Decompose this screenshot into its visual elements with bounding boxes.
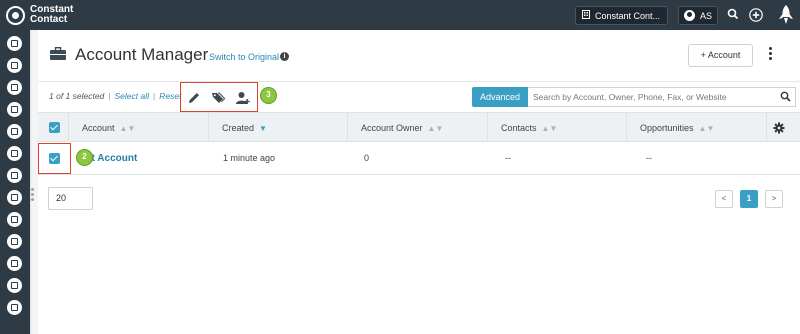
money-icon[interactable] — [7, 102, 22, 117]
clipboard-icon[interactable] — [7, 80, 22, 95]
sort-icon: ▲▼ — [119, 124, 136, 133]
constant-contact-logo[interactable]: Constant Contact — [6, 5, 73, 25]
inbox-icon[interactable] — [7, 234, 22, 249]
organization-button[interactable]: Constant Cont... — [575, 6, 668, 25]
table-row[interactable]: st Account 1 minute ago 0 -- -- — [38, 142, 800, 175]
owner-cell: 0 — [364, 153, 370, 163]
tags-icon[interactable] — [211, 91, 226, 105]
chat-icon[interactable] — [7, 190, 22, 205]
search-icon[interactable] — [726, 8, 740, 22]
briefcase-icon — [50, 46, 66, 60]
page-1-button[interactable]: 1 — [740, 190, 758, 208]
search-icon[interactable] — [780, 91, 791, 102]
assign-owner-icon[interactable] — [236, 91, 250, 105]
callout-badge-2: 2 — [76, 149, 93, 166]
building-icon — [582, 10, 590, 21]
action-bar: 1 of 1 selected | Select all | Reset 3 Advan… — [38, 82, 800, 112]
organization-label: Constant Cont... — [595, 10, 661, 21]
search-input[interactable]: Search by Account, Owner, Phone, Fax, or… — [528, 87, 796, 107]
prev-page-button[interactable]: < — [715, 190, 733, 208]
print-icon[interactable] — [7, 256, 22, 271]
column-header-account-owner[interactable]: Account Owner ▲▼ — [347, 113, 487, 143]
opportunities-cell: -- — [646, 153, 652, 163]
table-header: Account ▲▼ Created ▼ Account Owner ▲▼ Conta… — [38, 112, 800, 143]
user-menu-button[interactable]: AS — [678, 6, 718, 25]
pencil-icon[interactable] — [187, 91, 201, 105]
bulk-actions-highlight — [180, 82, 258, 112]
column-header-created[interactable]: Created ▼ — [208, 113, 347, 143]
cloud-icon[interactable] — [7, 300, 22, 315]
info-icon[interactable]: i — [280, 52, 289, 61]
reset-link[interactable]: Reset — [159, 91, 181, 101]
logo-text-line2: Contact — [30, 14, 68, 25]
select-all-checkbox[interactable] — [49, 122, 60, 133]
email-icon[interactable] — [7, 58, 22, 73]
advanced-search-button[interactable]: Advanced — [472, 87, 528, 107]
calendar-icon[interactable] — [7, 278, 22, 293]
page-size-select[interactable]: 20 — [48, 187, 93, 210]
gear-icon[interactable] — [773, 122, 785, 134]
next-page-button[interactable]: > — [765, 190, 783, 208]
sidebar-resize-rail[interactable] — [30, 30, 38, 334]
contacts-cell: -- — [505, 153, 511, 163]
user-initials: AS — [700, 10, 713, 21]
add-account-button[interactable]: + Account — [688, 44, 753, 67]
logo-mark-icon — [6, 5, 25, 25]
list-icon[interactable] — [7, 146, 22, 161]
switch-to-original-link[interactable]: Switch to Original — [209, 52, 279, 62]
left-sidebar — [0, 30, 30, 334]
user-avatar-icon — [684, 10, 695, 21]
top-bar: Constant Contact Constant Cont... AS — [0, 0, 800, 30]
pipeline-icon[interactable] — [7, 124, 22, 139]
created-cell: 1 minute ago — [223, 153, 276, 163]
column-header-opportunities[interactable]: Opportunities ▲▼ — [626, 113, 766, 143]
more-options-icon[interactable] — [766, 47, 774, 63]
row-checkbox-highlight — [38, 143, 71, 174]
selected-count: 1 of 1 selected — [49, 91, 105, 101]
sort-icon: ▲▼ — [698, 124, 715, 133]
account-name-link[interactable]: st Account — [86, 142, 137, 175]
sort-icon: ▲▼ — [427, 124, 444, 133]
column-header-contacts[interactable]: Contacts ▲▼ — [487, 113, 626, 143]
sidebar-grip-icon[interactable] — [31, 188, 35, 203]
megaphone-icon[interactable] — [7, 168, 22, 183]
dashboard-icon[interactable] — [7, 36, 22, 51]
thumbs-up-icon[interactable] — [7, 212, 22, 227]
selection-summary: 1 of 1 selected | Select all | Reset — [49, 91, 182, 101]
page-title: Account Manager — [75, 45, 209, 64]
plus-icon[interactable] — [749, 8, 763, 22]
rocket-icon[interactable] — [776, 4, 796, 26]
page-header: Account Manager Switch to Original i + A… — [38, 30, 800, 82]
sort-desc-icon: ▼ — [259, 124, 267, 133]
column-header-account[interactable]: Account ▲▼ — [68, 113, 208, 143]
select-all-link[interactable]: Select all — [115, 91, 150, 101]
sort-icon: ▲▼ — [541, 124, 558, 133]
callout-badge-3: 3 — [260, 87, 277, 104]
